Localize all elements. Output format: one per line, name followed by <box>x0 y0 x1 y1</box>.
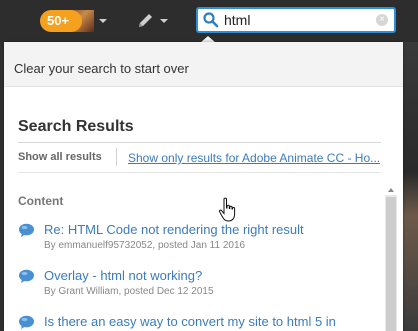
discussion-icon <box>19 315 34 329</box>
search-input[interactable]: html × <box>196 7 396 33</box>
search-icon <box>203 12 219 28</box>
search-value: html <box>224 12 251 28</box>
scrollbar-thumb[interactable] <box>386 197 396 331</box>
divider <box>18 142 381 143</box>
divider <box>18 172 381 173</box>
result-meta: By emmanuelf95732052, posted Jan 11 2016 <box>44 240 246 251</box>
search-results-dropdown: Clear your search to start over Search R… <box>4 42 403 331</box>
clear-icon[interactable]: × <box>376 14 388 26</box>
top-bar: 50+ html × <box>0 0 418 43</box>
result-meta: By Grant William, posted Dec 12 2015 <box>44 286 214 297</box>
notifications-badge[interactable]: 50+ <box>40 10 82 32</box>
divider <box>116 148 117 166</box>
clear-search-hint: Clear your search to start over <box>14 61 189 76</box>
discussion-icon <box>19 269 34 283</box>
content-heading: Content <box>18 194 64 208</box>
scroll-up-arrow[interactable] <box>385 187 397 195</box>
show-product-results-link[interactable]: Show only results for Adobe Animate CC -… <box>128 151 380 165</box>
search-results-title: Search Results <box>18 118 134 135</box>
background-page-strip <box>403 42 418 331</box>
discussion-icon <box>19 223 34 237</box>
chevron-down-icon[interactable] <box>99 19 107 23</box>
result-link[interactable]: Overlay - html not working? <box>44 268 202 283</box>
pencil-icon[interactable] <box>136 10 156 30</box>
result-link[interactable]: Re: HTML Code not rendering the right re… <box>44 222 304 237</box>
clear-search-bar: Clear your search to start over <box>4 42 403 87</box>
chevron-down-icon[interactable] <box>160 19 168 23</box>
show-all-results-tab[interactable]: Show all results <box>18 151 102 163</box>
result-link[interactable]: Is there an easy way to convert my site … <box>44 314 336 329</box>
hand-cursor-icon <box>218 197 236 222</box>
